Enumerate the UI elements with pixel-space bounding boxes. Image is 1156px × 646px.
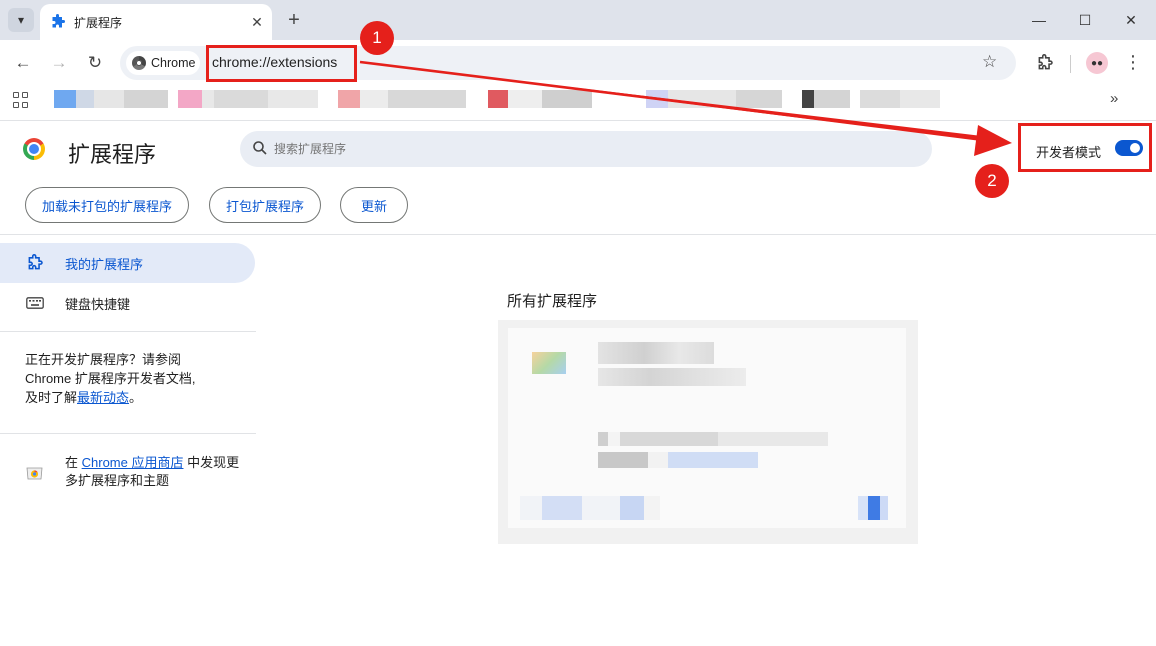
annotation-arrow xyxy=(359,60,1012,156)
